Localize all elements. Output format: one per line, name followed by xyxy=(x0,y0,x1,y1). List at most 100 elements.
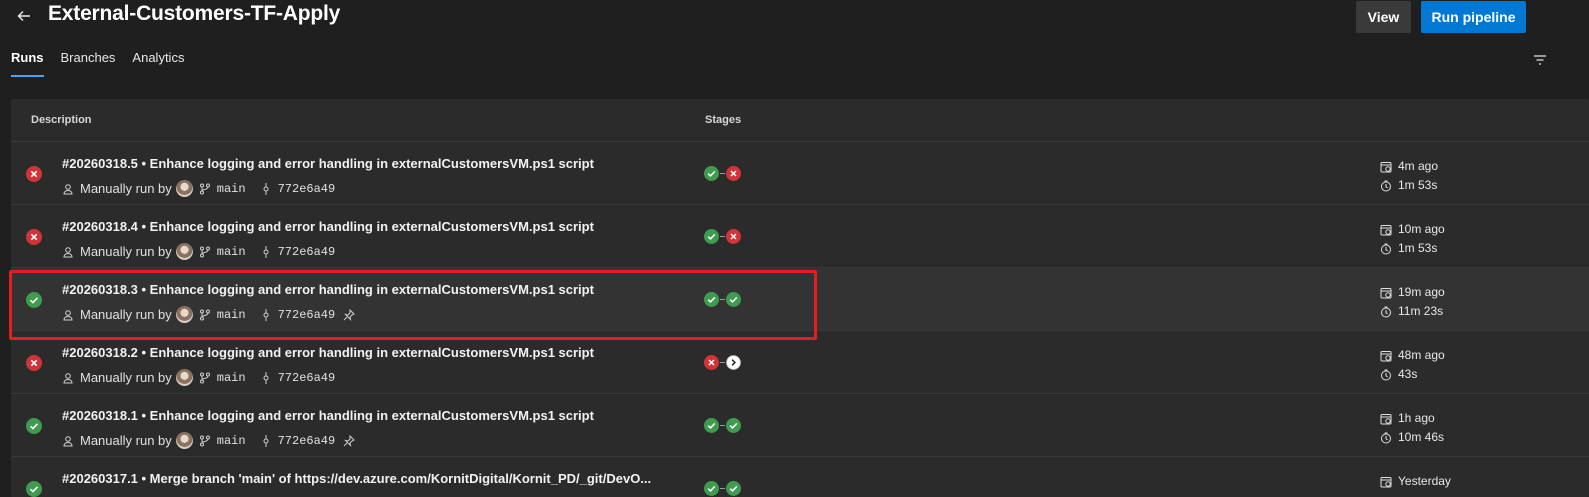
trigger-label: Manually run by xyxy=(80,181,172,196)
started-label: 4m ago xyxy=(1398,159,1439,173)
duration-label: 1m 53s xyxy=(1398,178,1438,192)
started-time: 19m ago xyxy=(1380,283,1445,302)
person-icon xyxy=(62,309,74,321)
calendar-icon xyxy=(1380,413,1398,425)
run-description[interactable]: #20260318.3 • Enhance logging and error … xyxy=(62,282,594,297)
stage-connector xyxy=(720,236,725,237)
table-row[interactable]: #20260318.4 • Enhance logging and error … xyxy=(11,205,1589,268)
column-header-description: Description xyxy=(31,114,92,126)
branch-name[interactable]: main xyxy=(217,308,246,322)
duration-label: 1m 53s xyxy=(1398,241,1438,255)
table-row[interactable]: #20260317.1 • Merge branch 'main' of htt… xyxy=(11,457,1589,497)
calendar-icon xyxy=(1380,287,1398,299)
person-icon xyxy=(62,435,74,447)
duration-time: 1m 53s xyxy=(1380,239,1445,258)
run-stages xyxy=(704,166,741,181)
run-description[interactable]: #20260318.1 • Enhance logging and error … xyxy=(62,408,594,423)
stage-skipped-icon[interactable] xyxy=(726,355,741,370)
commit-icon xyxy=(260,371,272,384)
trigger-label: Manually run by xyxy=(80,244,172,259)
branch-name[interactable]: main xyxy=(217,434,246,448)
tab-analytics[interactable]: Analytics xyxy=(132,50,184,77)
calendar-icon xyxy=(1380,161,1398,173)
stage-failed-icon[interactable] xyxy=(726,166,741,181)
pin-icon xyxy=(343,434,356,447)
stage-success-icon[interactable] xyxy=(704,166,719,181)
stage-connector xyxy=(720,173,725,174)
run-description[interactable]: #20260318.4 • Enhance logging and error … xyxy=(62,219,594,234)
runs-table: Description Stages #20260318.5 • Enhance… xyxy=(11,99,1589,497)
table-row[interactable]: #20260318.1 • Enhance logging and error … xyxy=(11,394,1589,457)
branch-icon xyxy=(199,372,211,384)
stage-success-icon[interactable] xyxy=(726,292,741,307)
stopwatch-icon xyxy=(1380,180,1398,192)
run-timing: 19m ago 11m 23s xyxy=(1380,283,1445,321)
stage-failed-icon[interactable] xyxy=(726,229,741,244)
run-meta: Manually run by main 772e6a49 xyxy=(62,369,335,386)
run-failed-icon xyxy=(26,166,42,182)
started-label: 1h ago xyxy=(1398,411,1435,425)
run-description[interactable]: #20260318.5 • Enhance logging and error … xyxy=(62,156,594,171)
table-row[interactable]: #20260318.3 • Enhance logging and error … xyxy=(11,268,1589,331)
avatar[interactable] xyxy=(175,432,193,449)
person-icon xyxy=(62,246,74,258)
run-stages xyxy=(704,292,741,307)
stopwatch-icon xyxy=(1380,306,1398,318)
commit-hash[interactable]: 772e6a49 xyxy=(278,371,336,385)
run-stages xyxy=(704,418,741,433)
stage-success-icon[interactable] xyxy=(726,418,741,433)
trigger-label: Manually run by xyxy=(80,433,172,448)
avatar[interactable] xyxy=(175,180,193,197)
duration-time: 10m 46s xyxy=(1380,428,1444,447)
trigger-label: Manually run by xyxy=(80,370,172,385)
runs-list: #20260318.5 • Enhance logging and error … xyxy=(11,142,1589,497)
run-meta: Manually run by main 772e6a49 xyxy=(62,243,335,260)
stage-success-icon[interactable] xyxy=(704,292,719,307)
branch-name[interactable]: main xyxy=(217,371,246,385)
column-header-stages: Stages xyxy=(705,114,742,126)
stage-success-icon[interactable] xyxy=(704,229,719,244)
duration-label: 43s xyxy=(1398,367,1418,381)
duration-label: 10m 46s xyxy=(1398,430,1445,444)
stage-connector xyxy=(720,425,725,426)
run-pipeline-button[interactable]: Run pipeline xyxy=(1421,1,1526,33)
run-description[interactable]: #20260317.1 • Merge branch 'main' of htt… xyxy=(62,471,651,486)
stage-connector xyxy=(720,488,725,489)
duration-time: 43s xyxy=(1380,365,1445,384)
run-success-icon xyxy=(26,292,42,308)
commit-hash[interactable]: 772e6a49 xyxy=(278,434,336,448)
stage-success-icon[interactable] xyxy=(726,481,741,496)
stage-failed-icon[interactable] xyxy=(704,355,719,370)
started-time: 4m ago xyxy=(1380,157,1438,176)
stage-success-icon[interactable] xyxy=(704,481,719,496)
started-time: Yesterday xyxy=(1380,472,1451,491)
view-button[interactable]: View xyxy=(1356,1,1411,33)
calendar-icon xyxy=(1380,224,1398,236)
run-description[interactable]: #20260318.2 • Enhance logging and error … xyxy=(62,345,594,360)
run-success-icon xyxy=(26,418,42,434)
avatar[interactable] xyxy=(175,306,193,323)
tab-branches[interactable]: Branches xyxy=(61,50,116,77)
commit-hash[interactable]: 772e6a49 xyxy=(278,182,336,196)
started-label: 48m ago xyxy=(1398,348,1445,362)
page-title: External-Customers-TF-Apply xyxy=(48,2,341,25)
stage-connector xyxy=(720,299,725,300)
table-row[interactable]: #20260318.5 • Enhance logging and error … xyxy=(11,142,1589,205)
person-icon xyxy=(62,372,74,384)
table-row[interactable]: #20260318.2 • Enhance logging and error … xyxy=(11,331,1589,394)
stopwatch-icon xyxy=(1380,243,1398,255)
commit-hash[interactable]: 772e6a49 xyxy=(278,245,336,259)
back-arrow-icon[interactable] xyxy=(12,4,36,28)
branch-name[interactable]: main xyxy=(217,245,246,259)
avatar[interactable] xyxy=(175,243,193,260)
tab-runs[interactable]: Runs xyxy=(11,50,44,77)
commit-hash[interactable]: 772e6a49 xyxy=(278,308,336,322)
stage-success-icon[interactable] xyxy=(704,418,719,433)
started-time: 48m ago xyxy=(1380,346,1445,365)
filter-icon[interactable] xyxy=(1532,52,1548,68)
duration-time: 11m 23s xyxy=(1380,302,1445,321)
avatar[interactable] xyxy=(175,369,193,386)
branch-name[interactable]: main xyxy=(217,182,246,196)
branch-icon xyxy=(199,435,211,447)
commit-icon xyxy=(260,182,272,195)
